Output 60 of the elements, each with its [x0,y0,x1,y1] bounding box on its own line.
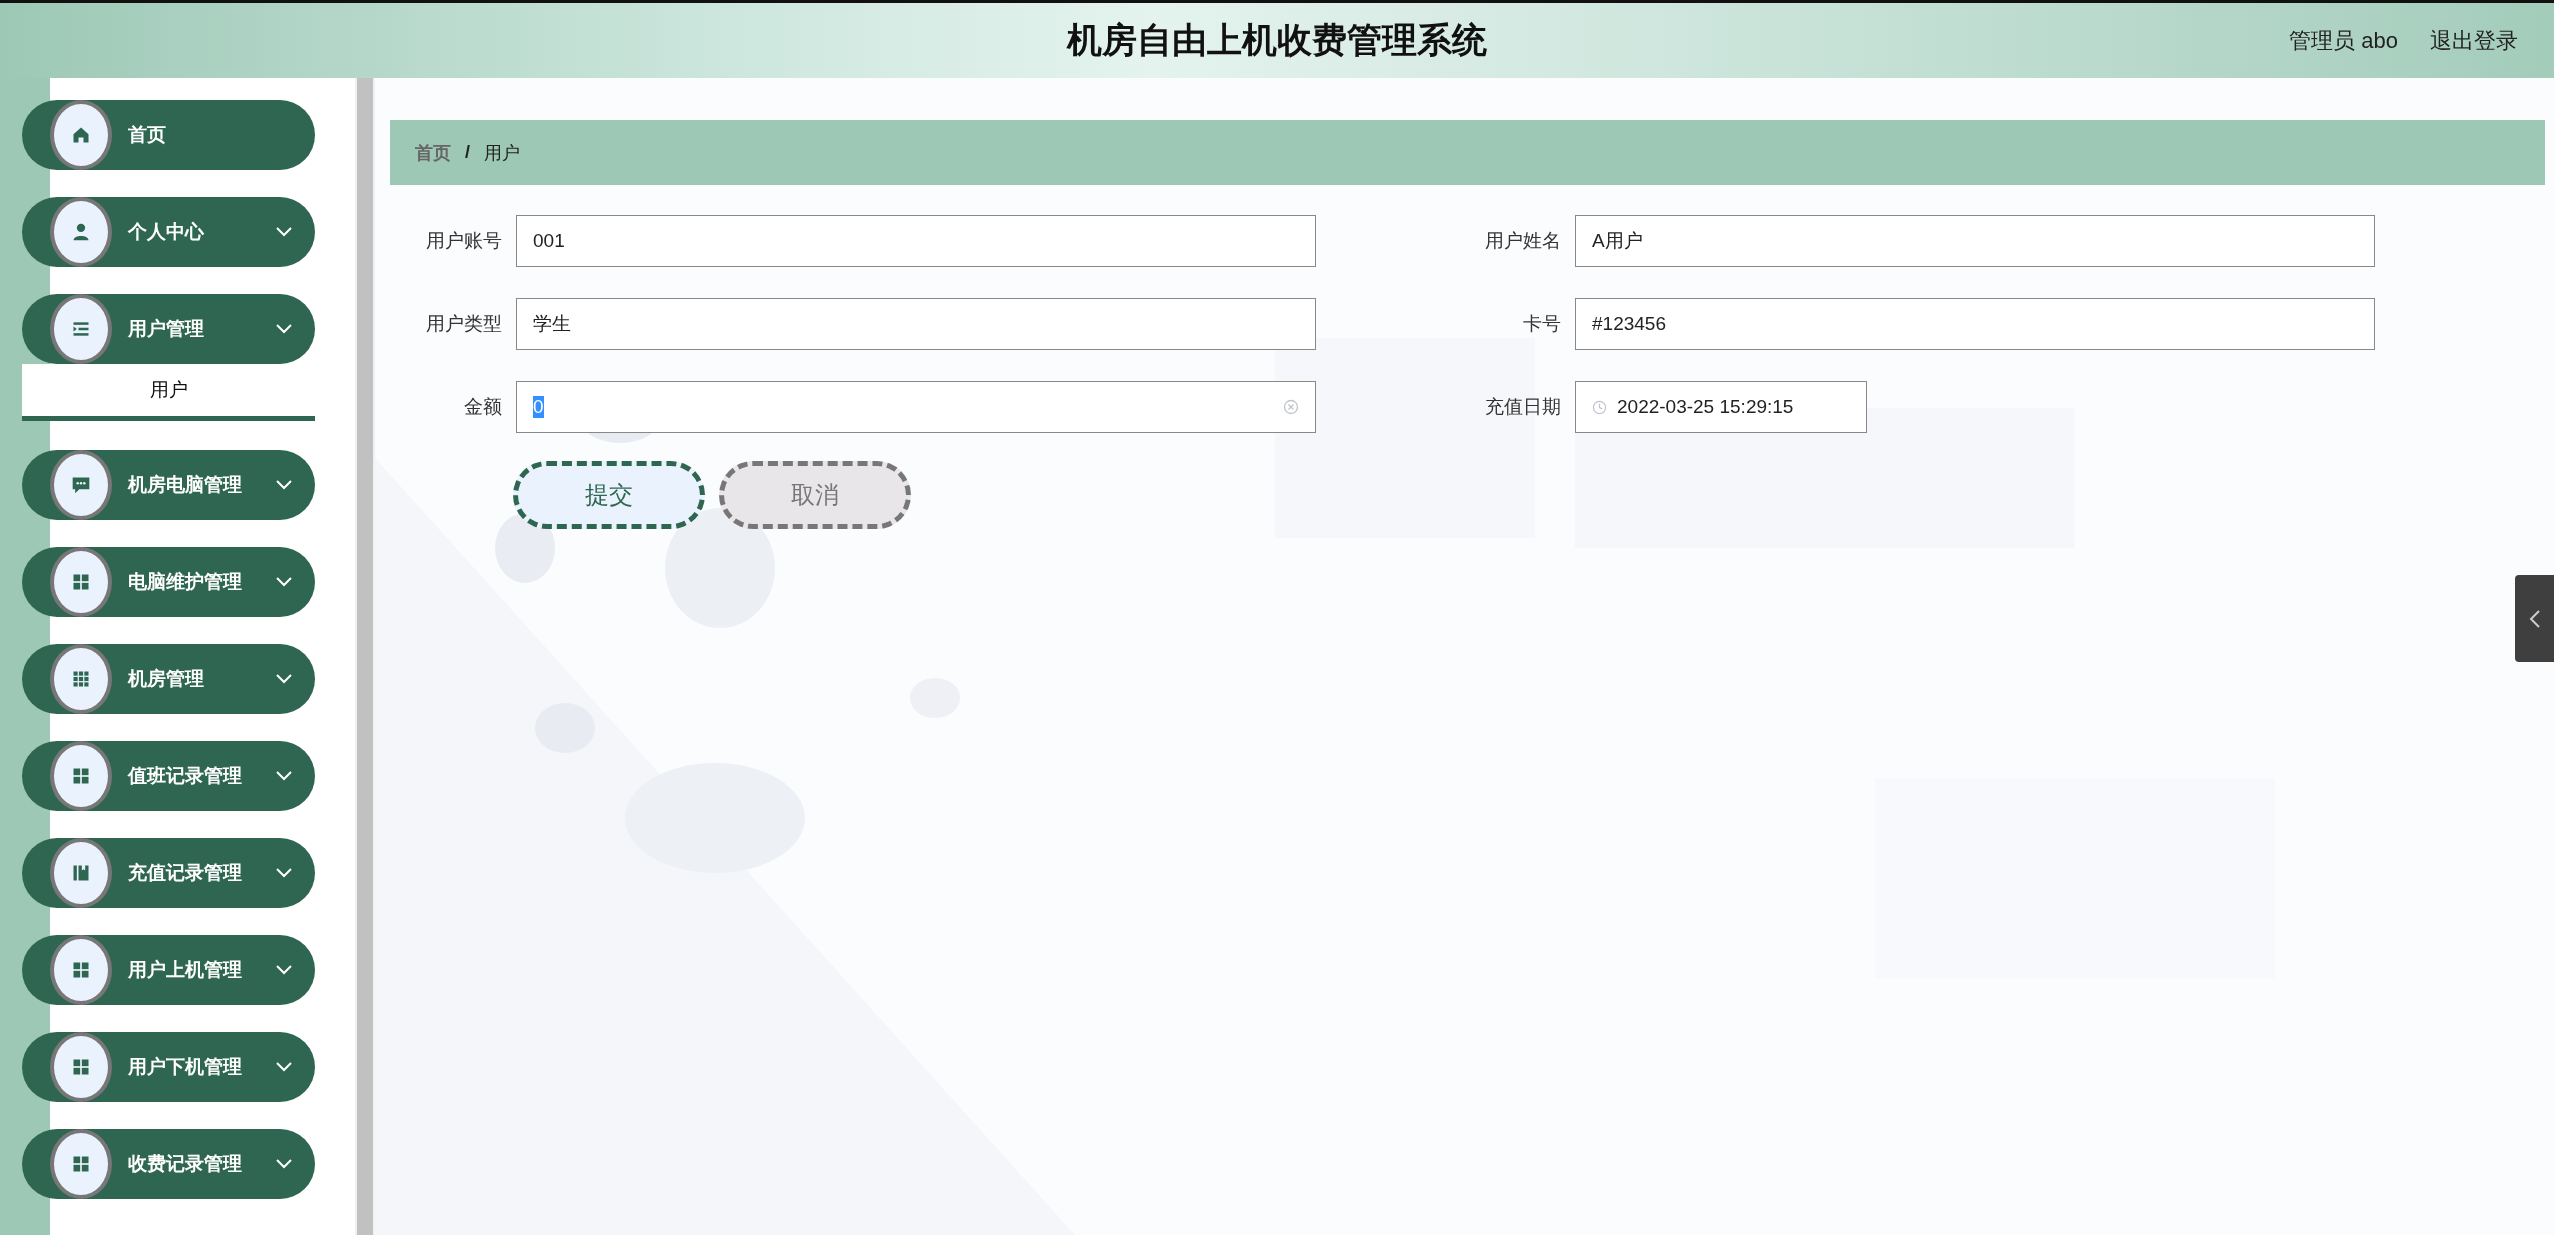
app-title: 机房自由上机收费管理系统 [1067,20,1487,59]
grid-icon [71,1154,91,1174]
submit-button[interactable]: 提交 [513,461,705,529]
grid-icon [71,572,91,592]
field-value: 学生 [533,313,1299,335]
field-label: 卡号 [1522,312,1562,336]
menu-item[interactable]: 收费记录管理 [22,1129,315,1199]
menu-item[interactable]: 个人中心 [22,197,315,267]
grid-icon [71,960,91,980]
field-label: 金额 [463,395,503,419]
chat-icon [71,475,91,495]
chevron-down-icon [275,673,293,685]
menu-item[interactable]: 机房电脑管理 [22,450,315,520]
menu-item[interactable]: 用户下机管理 [22,1032,315,1102]
chevron-down-icon [275,964,293,976]
menu-item[interactable]: 首页 [22,100,315,170]
clock-icon [1592,399,1607,415]
menu-item[interactable]: 用户上机管理 [22,935,315,1005]
panel-toggle-button[interactable] [2515,575,2554,662]
logout-link[interactable]: 退出登录 [2430,25,2518,56]
field-value: A用户 [1592,230,2358,252]
breadcrumb-separator: / [465,142,470,163]
grid-icon [71,766,91,786]
chevron-down-icon [275,323,293,335]
user-icon [71,222,91,242]
chevron-down-icon [275,1061,293,1073]
menu-item[interactable]: 电脑维护管理 [22,547,315,617]
list-icon [71,319,91,339]
field-value: 2022-03-25 15:29:15 [1617,396,1850,418]
field-label: 用户类型 [425,312,503,336]
field-value: 001 [533,230,1299,252]
book-icon [71,863,91,883]
chevron-down-icon [275,479,293,491]
home-icon [71,125,91,145]
chevron-down-icon [275,770,293,782]
field-value: #123456 [1592,313,2358,335]
chevron-left-icon [2528,608,2541,629]
field-label: 充值日期 [1484,395,1562,419]
menu-item[interactable]: 机房管理 [22,644,315,714]
menu-item[interactable]: 值班记录管理 [22,741,315,811]
chevron-down-icon [275,1158,293,1170]
user-name: 管理员 abo [2289,26,2398,55]
submenu-item[interactable]: 用户 [22,364,315,421]
clear-icon[interactable] [1283,399,1299,415]
chevron-down-icon [275,867,293,879]
text-field[interactable]: A用户 [1575,215,2375,267]
cancel-button[interactable]: 取消 [719,461,911,529]
menu-item[interactable]: 充值记录管理 [22,838,315,908]
scrollbar-thumb[interactable] [357,78,373,1235]
date-time-field[interactable]: 2022-03-25 15:29:15 [1575,381,1867,433]
chevron-down-icon [275,226,293,238]
grid-icon [71,669,91,689]
text-field[interactable]: 学生 [516,298,1316,350]
field-label: 用户姓名 [1484,229,1562,253]
chevron-down-icon [275,576,293,588]
grid-icon [71,1057,91,1077]
text-field[interactable]: 001 [516,215,1316,267]
text-field[interactable]: #123456 [1575,298,2375,350]
field-label: 用户账号 [425,229,503,253]
menu-item[interactable]: 用户管理 [22,294,315,364]
